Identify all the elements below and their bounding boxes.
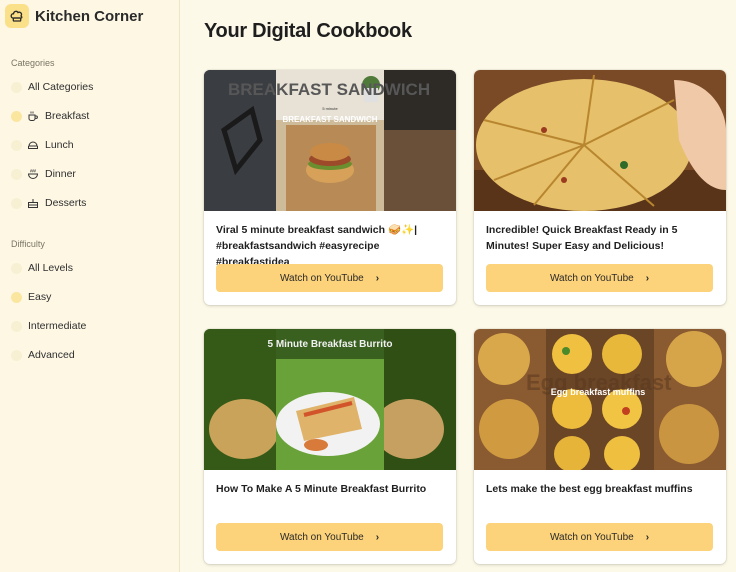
thumbnail-caption: 5 Minute Breakfast Burrito xyxy=(267,339,392,350)
thumbnail-caption-top: 5 minute xyxy=(322,106,338,111)
radio-indicator xyxy=(11,139,22,151)
category-label: Dinner xyxy=(45,168,76,180)
category-breakfast[interactable]: Breakfast xyxy=(8,105,172,127)
radio-indicator xyxy=(11,349,22,361)
watch-on-youtube-button[interactable]: Watch on YouTube › xyxy=(216,264,443,292)
category-desserts[interactable]: Desserts xyxy=(8,192,172,214)
recipe-title: Viral 5 minute breakfast sandwich 🥪✨| #b… xyxy=(216,224,418,268)
difficulty-all[interactable]: All Levels xyxy=(8,257,172,279)
soup-bowl-icon xyxy=(27,168,39,180)
watch-on-youtube-button[interactable]: Watch on YouTube › xyxy=(216,523,443,551)
button-label: Watch on YouTube xyxy=(549,272,634,284)
category-lunch[interactable]: Lunch xyxy=(8,134,172,156)
video-thumbnail[interactable]: BREAKFAST SANDWICH 5 minute BREAKFAST SA… xyxy=(204,70,456,211)
recipe-card: BREAKFAST SANDWICH 5 minute BREAKFAST SA… xyxy=(204,70,456,305)
thumbnail-caption: BREAKFAST SANDWICH xyxy=(282,115,377,124)
radio-indicator xyxy=(11,291,22,303)
category-label: Breakfast xyxy=(45,110,90,122)
category-dinner[interactable]: Dinner xyxy=(8,163,172,185)
recipe-card: Incredible! Quick Breakfast Ready in 5 M… xyxy=(474,70,726,305)
app-title: Kitchen Corner xyxy=(35,7,144,25)
button-label: Watch on YouTube xyxy=(279,272,364,284)
radio-indicator xyxy=(11,197,22,209)
difficulty-easy[interactable]: Easy xyxy=(8,286,172,308)
radio-indicator xyxy=(11,110,22,122)
category-label: All Categories xyxy=(28,81,94,93)
category-label: Desserts xyxy=(45,197,87,209)
difficulty-label: All Levels xyxy=(28,262,73,274)
cake-icon xyxy=(27,197,39,209)
thumbnail-caption: Egg breakfast muffins xyxy=(551,387,646,397)
chevron-right-icon: › xyxy=(375,531,380,543)
button-label: Watch on YouTube xyxy=(549,531,634,543)
categories-heading: Categories xyxy=(11,58,55,68)
coffee-cup-icon xyxy=(27,110,39,122)
category-all[interactable]: All Categories xyxy=(8,76,172,98)
brand[interactable]: Kitchen Corner xyxy=(5,4,143,28)
thumbnail-bg-text: BREAKFAST SANDWICH xyxy=(228,80,430,99)
recipe-title: Lets make the best egg breakfast muffins xyxy=(486,483,693,495)
difficulty-advanced[interactable]: Advanced xyxy=(8,344,172,366)
difficulty-label: Intermediate xyxy=(28,320,87,332)
watch-on-youtube-button[interactable]: Watch on YouTube › xyxy=(486,264,713,292)
difficulty-heading: Difficulty xyxy=(11,239,45,249)
chevron-right-icon: › xyxy=(375,272,380,284)
video-thumbnail[interactable]: Egg breakfast Egg breakfast muffins xyxy=(474,329,726,470)
chevron-right-icon: › xyxy=(645,531,650,543)
lunch-box-icon xyxy=(27,139,39,151)
recipe-card: 5 Minute Breakfast Burrito How To Make A… xyxy=(204,329,456,564)
chef-hat-icon xyxy=(5,4,29,28)
radio-indicator xyxy=(11,262,22,274)
chevron-right-icon: › xyxy=(645,272,650,284)
sidebar: Kitchen Corner Categories All Categories… xyxy=(0,0,180,572)
radio-indicator xyxy=(11,320,22,332)
watch-on-youtube-button[interactable]: Watch on YouTube › xyxy=(486,523,713,551)
radio-indicator xyxy=(11,81,22,93)
category-label: Lunch xyxy=(45,139,74,151)
difficulty-intermediate[interactable]: Intermediate xyxy=(8,315,172,337)
button-label: Watch on YouTube xyxy=(279,531,364,543)
recipe-card: Egg breakfast Egg breakfast muffins Lets… xyxy=(474,329,726,564)
radio-indicator xyxy=(11,168,22,180)
page-title: Your Digital Cookbook xyxy=(204,20,412,42)
recipe-title: Incredible! Quick Breakfast Ready in 5 M… xyxy=(486,224,678,252)
recipe-title: How To Make A 5 Minute Breakfast Burrito xyxy=(216,483,427,495)
difficulty-label: Easy xyxy=(28,291,52,303)
difficulty-label: Advanced xyxy=(28,349,75,361)
video-thumbnail[interactable]: 5 Minute Breakfast Burrito xyxy=(204,329,456,470)
video-thumbnail[interactable] xyxy=(474,70,726,211)
